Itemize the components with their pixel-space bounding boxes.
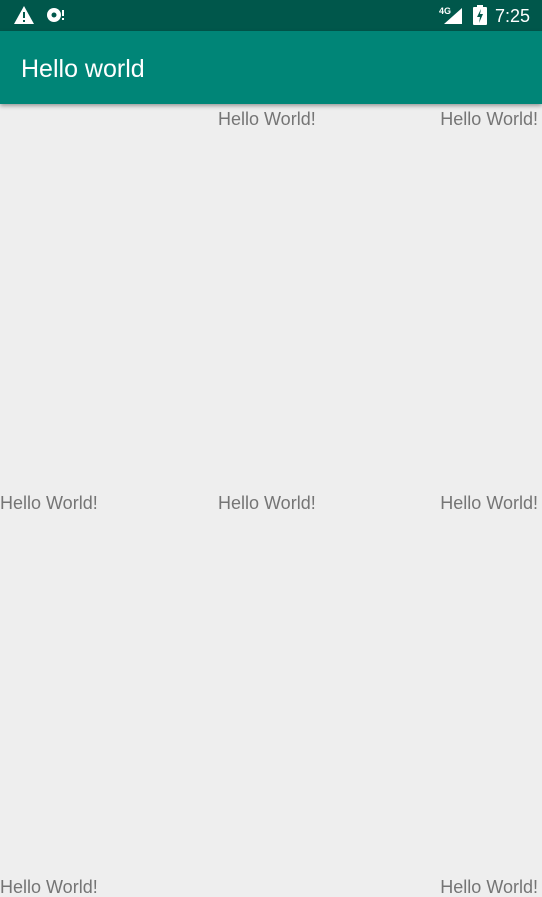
app-bar: Hello world: [0, 31, 542, 104]
hello-text-bottom-right: Hello World!: [440, 877, 538, 897]
warning-icon: [13, 5, 35, 25]
status-time: 7:25: [495, 6, 531, 26]
hello-text-middle-center: Hello World!: [218, 493, 316, 513]
signal-icon: 4G: [438, 5, 464, 25]
hello-text-top-right: Hello World!: [440, 109, 538, 129]
sync-icon: [45, 5, 67, 25]
svg-text:4G: 4G: [439, 6, 451, 16]
hello-text-bottom-left: Hello World!: [0, 877, 98, 897]
content-area: Hello World! Hello World! Hello World! H…: [0, 104, 542, 897]
hello-text-middle-right: Hello World!: [440, 493, 538, 513]
hello-text-top-center: Hello World!: [218, 109, 316, 129]
hello-text-middle-left: Hello World!: [0, 493, 98, 513]
status-bar: 4G 7:25: [0, 0, 542, 31]
battery-charging-icon: [472, 5, 488, 25]
app-title: Hello world: [21, 55, 145, 83]
